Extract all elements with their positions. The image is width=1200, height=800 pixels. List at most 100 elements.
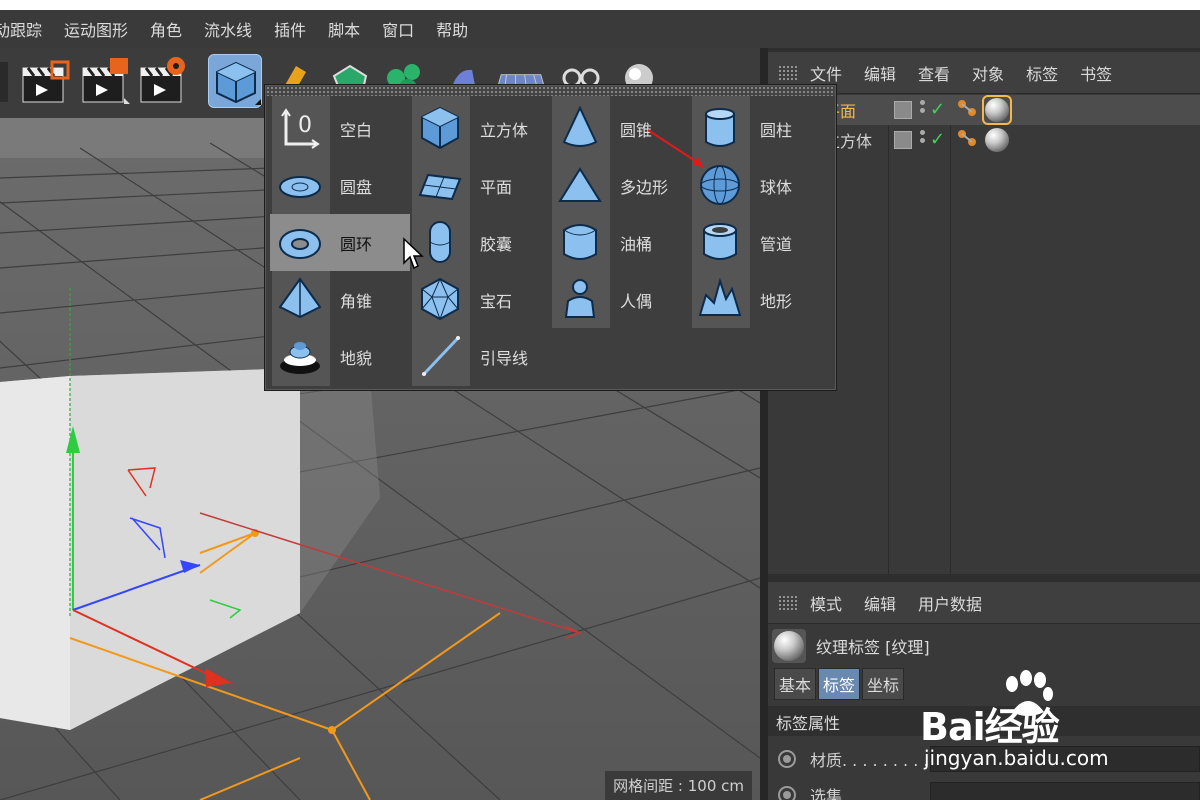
primitive-item-guide-line[interactable]: 引导线 [410,328,550,385]
menu-mograph[interactable]: 运动图形 [64,17,128,41]
primitive-label: 空白 [340,121,373,140]
menu-plugins[interactable]: 插件 [274,17,306,41]
primitive-item-oil-tank[interactable]: 油桶 [550,214,690,271]
menu-motion-tracking[interactable]: 动跟踪 [0,17,42,41]
layer-box-icon[interactable] [894,101,912,119]
polygon-icon [556,161,604,209]
landscape-icon [276,332,324,380]
attribute-tabs: 基本 标签 坐标 [774,668,906,700]
watermark-brand: Bai经验 [920,705,1060,749]
am-menu-edit[interactable]: 编辑 [864,591,896,615]
primitives-popup-menu: 0 空白 圆盘 圆环 角锥 地貌 立方体 平面 胶囊 宝石 引导线 圆锥 多边形… [265,85,836,390]
material-label: 材质. . . . . . . . . [810,751,929,770]
texture-tag-icon [772,629,806,663]
layer-box-icon[interactable] [894,131,912,149]
terrain-icon [696,275,744,323]
primitive-label: 油桶 [620,235,653,254]
primitive-item-torus[interactable]: 圆环 [270,214,410,271]
cone-icon [556,104,604,152]
partial-tool-button[interactable] [0,54,14,108]
sphere-icon [696,161,744,209]
render-settings-icon[interactable] [136,54,190,108]
material-tag-icon[interactable] [982,95,1012,125]
watermark-url: jingyan.baidu.com [924,746,1109,770]
tag-title: 纹理标签 [纹理] [816,638,930,657]
render-picture-viewer-icon[interactable] [78,54,132,108]
null-object-icon: 0 [276,104,324,152]
primitive-label: 地形 [760,292,793,311]
animation-radio-icon[interactable] [778,786,796,800]
selection-field[interactable] [930,782,1200,800]
primitive-label: 圆柱 [760,121,793,140]
tab-tag[interactable]: 标签 [818,668,861,700]
om-menu-file[interactable]: 文件 [810,61,842,85]
primitive-label: 角锥 [340,292,373,311]
baidu-jingyan-watermark: Bai经验 jingyan.baidu.com [920,670,1180,780]
plane-icon [416,161,464,209]
platonic-icon [416,275,464,323]
primitive-item-null[interactable]: 0 空白 [270,100,410,157]
main-menubar: 动跟踪 运动图形 角色 流水线 插件 脚本 窗口 帮助 [0,10,1200,48]
am-menu-mode[interactable]: 模式 [810,591,842,615]
animation-radio-icon[interactable] [778,750,796,768]
selection-label: 选集 [810,787,843,800]
enabled-check-icon[interactable]: ✓ [930,99,945,120]
tube-icon [696,218,744,266]
primitive-item-cube[interactable]: 立方体 [410,100,550,157]
primitive-label: 宝石 [480,292,513,311]
texture-tag-chain-icon[interactable] [956,98,980,122]
primitive-label: 人偶 [620,292,653,311]
visibility-dots-icon[interactable] [920,130,928,146]
menu-window[interactable]: 窗口 [382,17,414,41]
primitive-item-landscape[interactable]: 地貌 [270,328,410,385]
panel-grip-icon[interactable] [778,594,798,611]
primitive-item-capsule[interactable]: 胶囊 [410,214,550,271]
torus-icon [276,218,324,266]
om-menu-bookmarks[interactable]: 书签 [1080,61,1112,85]
primitive-item-cylinder[interactable]: 圆柱 [690,100,830,157]
panel-grip-icon[interactable] [778,64,798,81]
tab-basic[interactable]: 基本 [774,668,817,700]
tag-title-row: 纹理标签 [纹理] [768,626,1200,666]
om-menu-objects[interactable]: 对象 [972,61,1004,85]
primitive-item-terrain[interactable]: 地形 [690,271,830,328]
menu-pipeline[interactable]: 流水线 [204,17,252,41]
am-menu-user-data[interactable]: 用户数据 [918,591,982,615]
primitive-item-cone[interactable]: 圆锥 [550,100,690,157]
menu-help[interactable]: 帮助 [436,17,468,41]
om-menu-edit[interactable]: 编辑 [864,61,896,85]
om-menu-tags[interactable]: 标签 [1026,61,1058,85]
column-separator [950,95,951,575]
cylinder-icon [696,104,744,152]
primitive-item-disc[interactable]: 圆盘 [270,157,410,214]
visibility-dots-icon[interactable] [920,100,928,116]
primitive-item-polygon[interactable]: 多边形 [550,157,690,214]
tab-coordinates[interactable]: 坐标 [862,668,905,700]
primitive-label: 球体 [760,178,793,197]
primitive-label: 管道 [760,235,793,254]
pyramid-icon [276,275,324,323]
grid-spacing-readout: 网格间距 : 100 cm [605,771,752,800]
menu-script[interactable]: 脚本 [328,17,360,41]
om-menu-view[interactable]: 查看 [918,61,950,85]
primitive-item-figure[interactable]: 人偶 [550,271,690,328]
primitive-label: 圆环 [340,235,373,254]
enabled-check-icon[interactable]: ✓ [930,129,945,150]
primitive-item-sphere[interactable]: 球体 [690,157,830,214]
popup-grip-bar[interactable] [266,86,835,96]
primitive-item-plane[interactable]: 平面 [410,157,550,214]
primitive-label: 圆锥 [620,121,653,140]
render-view-icon[interactable] [18,54,72,108]
primitive-item-tube[interactable]: 管道 [690,214,830,271]
figure-icon [556,275,604,323]
material-tag-icon[interactable] [984,127,1010,153]
primitive-item-pyramid[interactable]: 角锥 [270,271,410,328]
primitive-label: 胶囊 [480,235,513,254]
top-strip [0,0,1200,10]
menu-character[interactable]: 角色 [150,17,182,41]
selection-property-row: 选集 [768,780,1200,800]
primitive-item-platonic[interactable]: 宝石 [410,271,550,328]
cube-primitives-button[interactable] [208,54,262,108]
primitive-label: 地貌 [340,349,373,368]
texture-tag-chain-icon[interactable] [956,128,980,152]
